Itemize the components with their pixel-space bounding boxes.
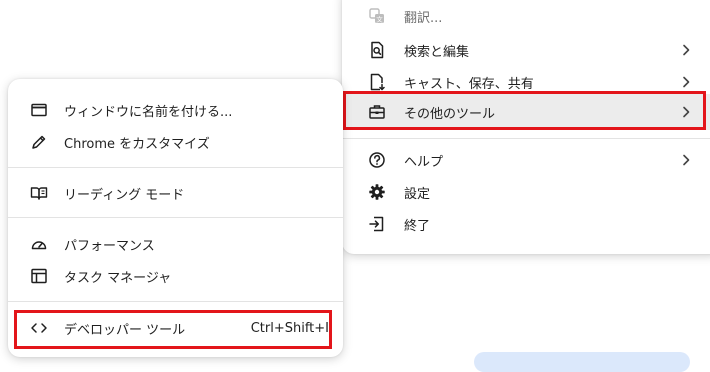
submenu-item-label: ウィンドウに名前を付ける... [64,104,233,120]
submenu-item-label: デベロッパー ツール [64,322,186,338]
menu-item-label: ヘルプ [404,154,444,170]
book-icon [30,184,48,202]
submenu-item-label: パフォーマンス [64,238,155,254]
settings-icon [368,183,386,201]
submenu-item-label: リーディング モード [64,187,185,203]
menu-item-exit[interactable]: 終了 [342,208,710,240]
menu-item-settings[interactable]: 設定 [342,176,710,208]
task-manager-icon [30,267,48,285]
menu-item-more-tools[interactable]: その他のツール [342,94,710,130]
submenu-item-label: タスク マネージャ [64,270,172,286]
menu-item-label: 設定 [404,186,431,202]
exit-icon [368,215,386,233]
menu-item-help[interactable]: ヘルプ [342,144,710,176]
cast-save-share-icon [368,73,386,91]
submenu-item-performance[interactable]: パフォーマンス [8,228,343,260]
submenu-item-customize-chrome[interactable]: Chrome をカスタマイズ [8,126,343,158]
menu-divider [342,138,710,139]
chevron-right-icon [678,74,694,90]
chevron-right-icon [678,42,694,58]
menu-item-search-edit[interactable]: 検索と編集 [342,34,710,66]
chrome-main-menu: 文 翻訳... 検索と編集 キャスト、保存、共有 その他のツール ヘルプ 設定 … [342,0,710,254]
submenu-item-developer-tools[interactable]: デベロッパー ツール Ctrl+Shift+I [8,312,343,344]
keyboard-shortcut: Ctrl+Shift+I [250,320,329,336]
menu-item-translate[interactable]: 文 翻訳... [342,0,710,32]
help-icon [368,151,386,169]
search-edit-icon [368,41,386,59]
pencil-icon [30,133,48,151]
svg-text:文: 文 [376,14,383,23]
menu-divider [8,217,343,218]
menu-item-label: 終了 [404,218,431,234]
code-icon [30,319,48,337]
menu-divider [8,167,343,168]
more-tools-submenu: ウィンドウに名前を付ける... Chrome をカスタマイズ リーディング モー… [8,79,343,357]
gauge-icon [30,235,48,253]
translate-icon: 文 [368,7,386,25]
menu-item-label: その他のツール [404,106,496,122]
chevron-right-icon [678,152,694,168]
toolbox-icon [368,103,386,121]
submenu-item-label: Chrome をカスタマイズ [64,136,210,152]
submenu-item-reading-mode[interactable]: リーディング モード [8,177,343,209]
submenu-item-name-window[interactable]: ウィンドウに名前を付ける... [8,94,343,126]
background-element [474,352,690,372]
chevron-right-icon [678,104,694,120]
menu-item-label: 検索と編集 [404,44,470,60]
submenu-item-task-manager[interactable]: タスク マネージャ [8,260,343,292]
menu-divider [8,301,343,302]
window-icon [30,101,48,119]
menu-item-label: 翻訳... [404,10,443,26]
menu-item-label: キャスト、保存、共有 [404,76,534,92]
